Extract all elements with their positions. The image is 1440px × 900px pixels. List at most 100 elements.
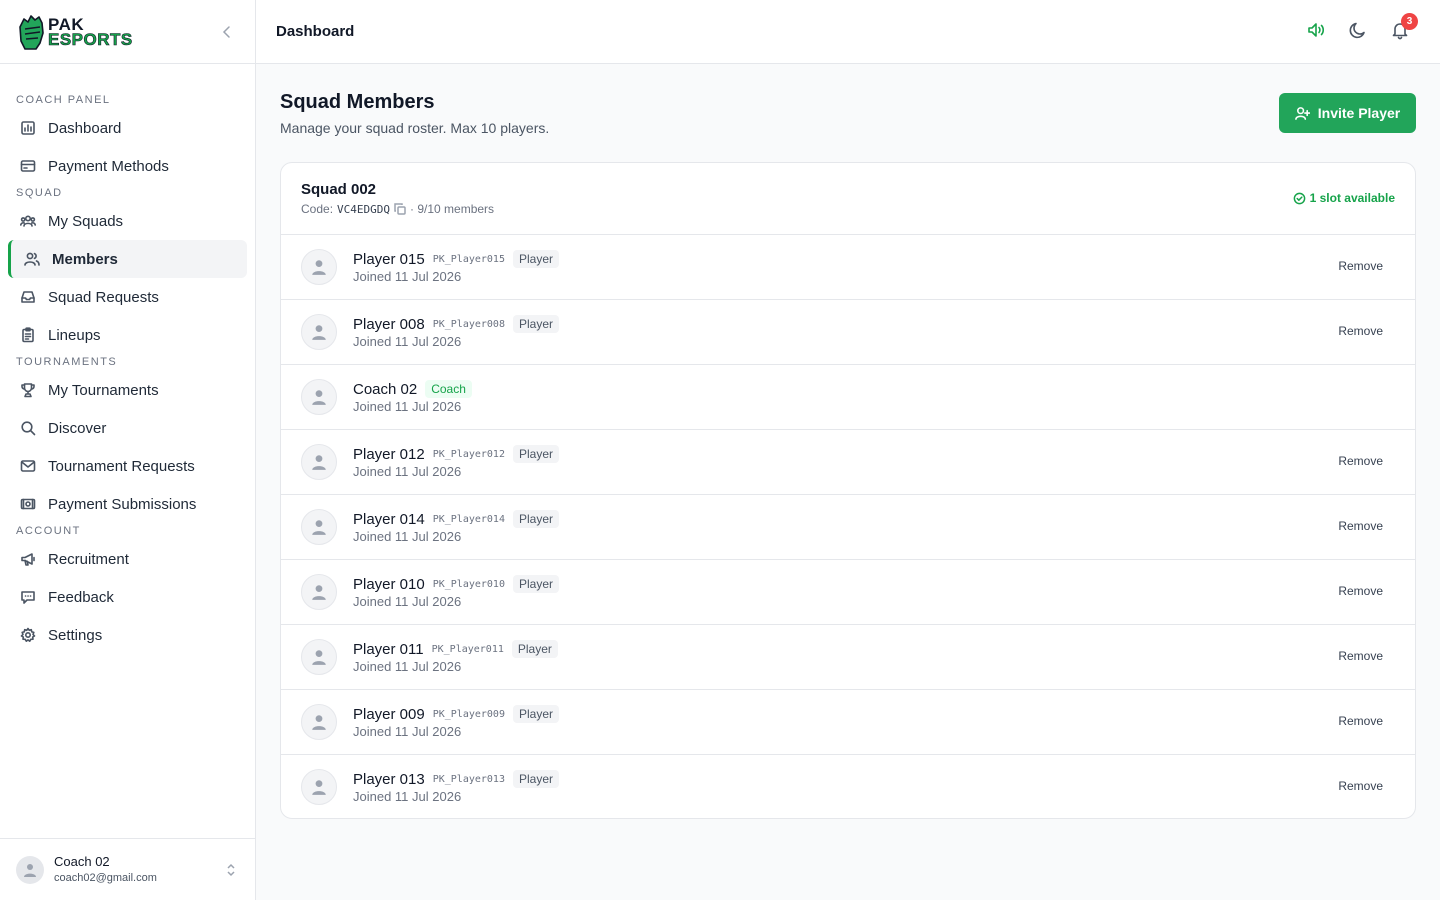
member-row: Player 014 PK_Player014 Player Joined 11 Ju…	[281, 495, 1415, 560]
chart-icon	[21, 121, 35, 135]
sidebar-item-label: Payment Methods	[48, 157, 169, 175]
slots-available: 1 slot available	[1293, 191, 1395, 205]
member-avatar	[301, 379, 337, 415]
invite-player-label: Invite Player	[1317, 105, 1401, 121]
remove-member-button[interactable]: Remove	[1338, 779, 1383, 793]
member-name: Player 011	[353, 640, 424, 658]
logo-line2: ESPORTS	[48, 29, 133, 49]
remove-member-button[interactable]: Remove	[1338, 454, 1383, 468]
chevron-left-icon[interactable]	[219, 23, 235, 41]
message-icon	[21, 591, 35, 604]
sidebar-item-squad-requests[interactable]: Squad Requests	[8, 278, 247, 316]
member-name: Player 010	[353, 575, 425, 593]
sidebar: PAK ESPORTS COACH PANEL Dashboard Payment …	[0, 0, 256, 900]
sidebar-item-my-tournaments[interactable]: My Tournaments	[8, 371, 247, 409]
banknote-icon	[20, 498, 36, 510]
moon-icon	[1349, 22, 1365, 39]
sidebar-item-label: Recruitment	[48, 550, 129, 568]
member-row: Player 010 PK_Player010 Player Joined 11 Ju…	[281, 560, 1415, 625]
member-header: Player 009 PK_Player009 Player	[353, 705, 559, 723]
sidebar-item-recruitment[interactable]: Recruitment	[8, 540, 247, 578]
topbar: Dashboard 3	[256, 0, 1440, 64]
notification-badge: 3	[1401, 13, 1418, 30]
notifications-button[interactable]: 3	[1390, 13, 1418, 40]
member-avatar	[301, 574, 337, 610]
sidebar-item-label: Members	[52, 250, 118, 268]
gear-icon	[20, 627, 36, 642]
member-row: Player 008 PK_Player008 Player Joined 11 Ju…	[281, 300, 1415, 365]
member-handle: PK_Player012	[432, 448, 505, 460]
member-name: Player 014	[353, 510, 425, 528]
squad-name: Squad 002	[301, 181, 377, 198]
member-handle: PK_Player010	[432, 578, 505, 590]
user-info: Coach 02 coach02@gmail.com	[54, 854, 157, 886]
member-name: Player 013	[353, 770, 425, 788]
search-icon	[21, 421, 36, 436]
member-row: Player 009 PK_Player009 Player Joined 11 Ju…	[281, 690, 1415, 755]
user-icon	[312, 715, 326, 730]
section-label-coach-panel: COACH PANEL	[16, 94, 111, 106]
chevron-updown-icon[interactable]	[225, 863, 237, 877]
member-joined: Joined 11 Jul 2026	[353, 399, 462, 414]
invite-player-button[interactable]: Invite Player	[1279, 93, 1416, 133]
user-icon	[312, 520, 326, 535]
user-icon	[312, 650, 326, 665]
user-icon	[24, 863, 36, 877]
member-handle: PK_Player015	[432, 253, 505, 265]
sidebar-item-tournament-requests[interactable]: Tournament Requests	[8, 447, 247, 485]
sidebar-nav: COACH PANEL Dashboard Payment Methods SQUAD…	[0, 64, 255, 654]
user-menu[interactable]: Coach 02 coach02@gmail.com	[0, 838, 255, 900]
sidebar-item-label: Payment Submissions	[48, 495, 197, 513]
remove-member-button[interactable]: Remove	[1338, 649, 1383, 663]
section-label-tournaments: TOURNAMENTS	[16, 356, 118, 368]
user-icon	[312, 390, 326, 405]
logo-text: PAK ESPORTS	[48, 16, 133, 49]
user-icon	[312, 325, 326, 340]
sidebar-item-settings[interactable]: Settings	[8, 616, 247, 654]
member-header: Player 014 PK_Player014 Player	[353, 510, 559, 528]
role-badge: Player	[512, 705, 559, 723]
role-badge: Player	[512, 510, 559, 528]
remove-member-button[interactable]: Remove	[1338, 324, 1383, 338]
main-content: Squad Members Manage your squad roster. …	[256, 64, 1440, 900]
remove-member-button[interactable]: Remove	[1338, 519, 1383, 533]
member-header: Player 015 PK_Player015 Player	[353, 250, 559, 268]
sidebar-item-label: Feedback	[48, 588, 114, 606]
member-name: Coach 02	[353, 380, 418, 398]
sidebar-item-my-squads[interactable]: My Squads	[8, 202, 247, 240]
page-breadcrumb: Dashboard	[276, 23, 355, 40]
sidebar-item-label: Tournament Requests	[48, 457, 195, 475]
sidebar-item-payment-submissions[interactable]: Payment Submissions	[8, 485, 247, 523]
member-joined: Joined 11 Jul 2026	[353, 594, 462, 609]
trophy-icon	[21, 383, 35, 398]
sidebar-item-payment-methods[interactable]: Payment Methods	[8, 147, 247, 185]
sidebar-item-members[interactable]: Members	[8, 240, 247, 278]
remove-member-button[interactable]: Remove	[1338, 584, 1383, 598]
role-badge: Player	[512, 315, 559, 333]
member-header: Coach 02 Coach	[353, 380, 472, 398]
remove-member-button[interactable]: Remove	[1338, 259, 1383, 273]
role-badge: Player	[511, 640, 558, 658]
member-joined: Joined 11 Jul 2026	[353, 334, 462, 349]
sidebar-item-dashboard[interactable]: Dashboard	[8, 109, 247, 147]
sound-toggle[interactable]	[1306, 20, 1326, 40]
role-badge: Player	[512, 575, 559, 593]
page-subtitle: Manage your squad roster. Max 10 players…	[280, 120, 550, 136]
member-row: Player 012 PK_Player012 Player Joined 11 Ju…	[281, 430, 1415, 495]
squad-card: Squad 002 Code: VC4EDGDQ · 9/10 members …	[280, 162, 1416, 819]
member-handle: PK_Player008	[432, 318, 505, 330]
logo[interactable]: PAK ESPORTS	[16, 13, 133, 51]
user-icon	[312, 780, 326, 795]
inbox-icon	[21, 291, 35, 303]
sidebar-item-feedback[interactable]: Feedback	[8, 578, 247, 616]
remove-member-button[interactable]: Remove	[1338, 714, 1383, 728]
sidebar-item-discover[interactable]: Discover	[8, 409, 247, 447]
role-badge: Player	[512, 250, 559, 268]
users-icon	[24, 252, 40, 266]
sidebar-item-lineups[interactable]: Lineups	[8, 316, 247, 354]
member-joined: Joined 11 Jul 2026	[353, 659, 462, 674]
member-name: Player 015	[353, 250, 425, 268]
theme-toggle[interactable]	[1348, 20, 1368, 40]
copy-icon[interactable]	[394, 203, 406, 215]
slots-label: 1 slot available	[1309, 191, 1395, 205]
